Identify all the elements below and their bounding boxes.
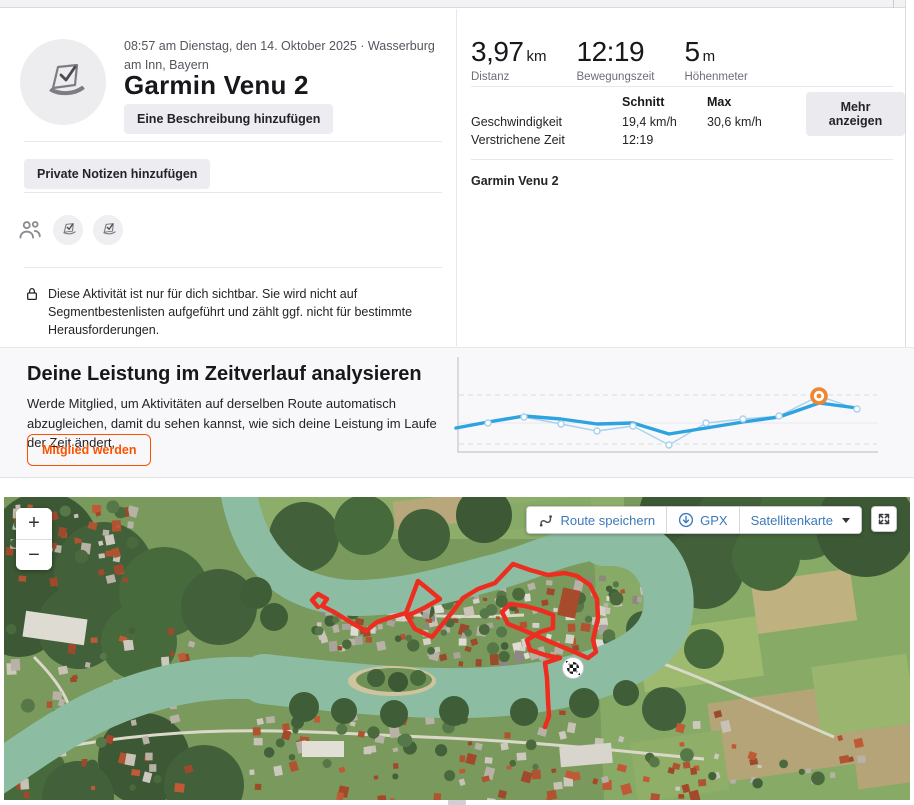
stat-value: 12:19 — [576, 36, 645, 67]
laptop-check-icon — [103, 223, 116, 235]
map-layer-select[interactable]: Satellitenkarte — [738, 507, 861, 533]
gpx-download-button[interactable]: GPX — [666, 507, 739, 533]
activity-badge[interactable] — [93, 215, 123, 245]
layer-selected-label: Satellitenkarte — [750, 512, 833, 528]
route-icon — [540, 515, 553, 527]
become-member-button[interactable]: Mitglied werden — [27, 434, 152, 466]
stat-moving-time: 12:19 Bewegungszeit — [577, 36, 655, 83]
zoom-in-button[interactable]: + — [16, 508, 52, 539]
stat-label: Höhenmeter — [684, 71, 748, 83]
satellite-map[interactable] — [4, 497, 910, 800]
stat-unit: m — [702, 48, 716, 65]
map-container: + − Route speichern GPX Satellitenkarte — [4, 497, 910, 800]
show-more-button[interactable]: Mehr anzeigen — [806, 92, 905, 136]
map-button-group: Route speichern GPX Satellitenkarte — [526, 506, 862, 534]
download-icon — [679, 512, 694, 528]
finish-flag-marker[interactable] — [562, 657, 584, 679]
divider — [471, 86, 893, 87]
fullscreen-button[interactable] — [871, 506, 897, 532]
private-notes-button[interactable]: Private Notizen hinzufügen — [24, 159, 211, 189]
activity-type-avatar[interactable] — [20, 39, 106, 125]
top-strip-divider — [893, 0, 894, 8]
activity-title: Garmin Venu 2 — [124, 70, 309, 100]
chevron-down-icon — [842, 517, 850, 523]
add-description-button[interactable]: Eine Beschreibung hinzufügen — [124, 104, 334, 134]
performance-sparkline-chart — [453, 353, 885, 461]
laptop-check-icon — [63, 223, 76, 235]
divider — [24, 141, 442, 142]
save-route-label: Route speichern — [560, 512, 656, 528]
table-row-max: 30,6 km/h — [707, 115, 762, 129]
table-row-avg: 12:19 — [622, 133, 654, 147]
device-name: Garmin Venu 2 — [471, 174, 559, 188]
people-icon[interactable] — [17, 217, 43, 243]
top-strip — [0, 0, 905, 8]
map-resize-handle[interactable] — [448, 800, 466, 805]
table-col-avg: Schnitt — [622, 95, 665, 109]
activity-card: 08:57 am Dienstag, den 14. Oktober 2025 … — [0, 9, 905, 346]
table-row-label: Verstrichene Zeit — [471, 133, 565, 147]
save-route-button[interactable]: Route speichern — [527, 507, 667, 533]
stat-distance: 3,97 km Distanz — [471, 36, 547, 83]
table-row-avg: 19,4 km/h — [622, 115, 677, 129]
map-zoom-control: + − — [16, 508, 52, 570]
privacy-notice-text: Diese Aktivität ist nur für dich sichtba… — [48, 287, 413, 338]
activity-meta: 08:57 am Dienstag, den 14. Oktober 2025 … — [124, 39, 435, 72]
stat-label: Distanz — [471, 71, 510, 83]
table-row-label: Geschwindigkeit — [471, 115, 563, 129]
activity-social-row — [17, 215, 123, 245]
divider — [24, 267, 442, 268]
divider — [471, 159, 893, 160]
column-divider — [456, 9, 457, 346]
gpx-label: GPX — [700, 512, 728, 528]
primary-stats: 3,97 km Distanz 12:19 Bewegungszeit 5m Hö… — [471, 36, 748, 83]
activity-badge[interactable] — [53, 215, 83, 245]
upsell-title: Deine Leistung im Zeitverlauf analysiere… — [27, 363, 422, 385]
stat-value: 3,97 — [471, 36, 524, 67]
laptop-check-icon — [49, 63, 85, 96]
stat-value: 5 — [684, 36, 701, 67]
stat-unit: km — [526, 48, 547, 65]
table-col-max: Max — [707, 95, 732, 109]
privacy-notice: Diese Aktivität ist nur für dich sichtba… — [24, 285, 426, 339]
stat-label: Bewegungszeit — [576, 71, 655, 83]
divider — [24, 192, 442, 193]
fullscreen-icon — [878, 513, 890, 525]
stat-elevation: 5m Höhenmeter — [685, 36, 748, 83]
map-island — [348, 666, 436, 696]
lock-icon — [27, 288, 37, 300]
zoom-out-button[interactable]: − — [16, 539, 52, 570]
